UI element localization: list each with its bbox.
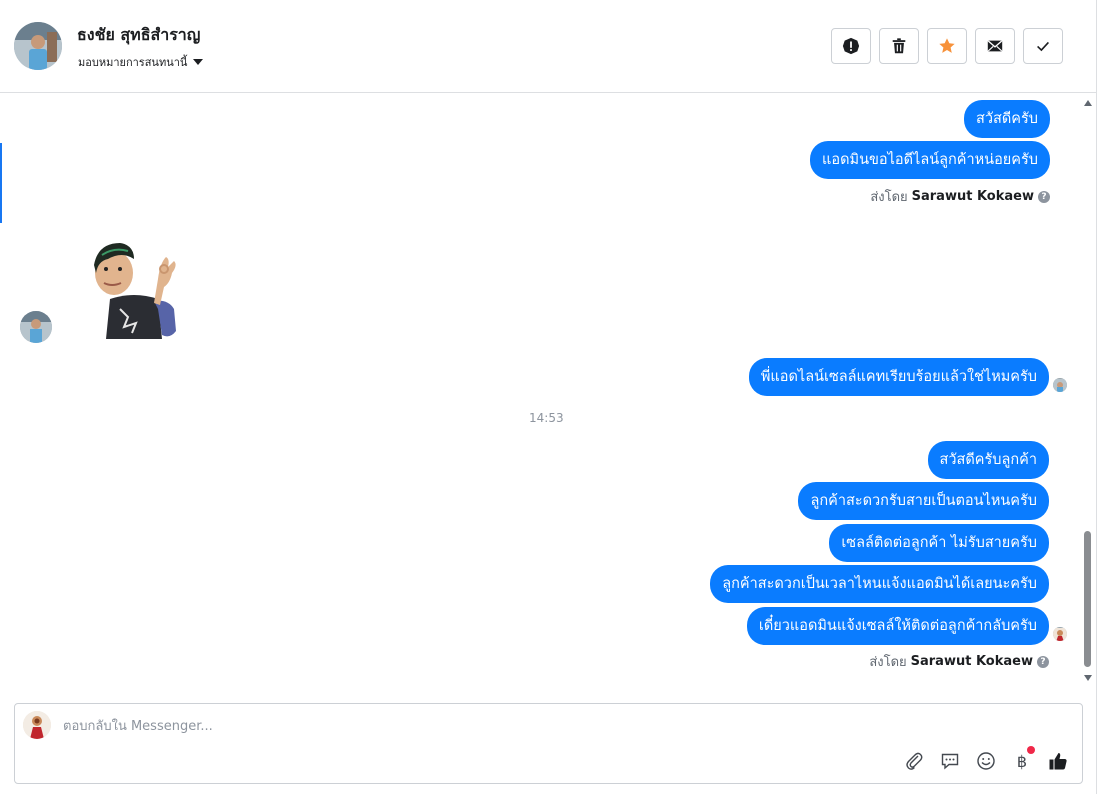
sent-by-label: ส่งโดย Sarawut Kokaew ? [870,186,1050,207]
message-bubble[interactable]: สวัสดีครับ [964,100,1050,138]
contact-name: ธงชัย สุทธิสำราญ [77,25,201,44]
message-bubble[interactable]: ลูกค้าสะดวกเป็นเวลาไหนแจ้งแอดมินได้เลยนะ… [710,565,1049,603]
mark-done-button[interactable] [1023,28,1063,64]
reply-input[interactable] [63,716,963,736]
trash-icon [892,38,906,54]
message-bubble[interactable]: เซลล์ติดต่อลูกค้า ไม่รับสายครับ [829,524,1049,562]
alert-icon [842,37,860,55]
attach-button[interactable] [903,750,925,772]
help-icon[interactable]: ? [1037,655,1049,668]
check-icon [1037,41,1049,52]
message-bubble[interactable]: พี่แอดไลน์เซลล์แคทเรียบร้อยแล้วใช่ไหมครั… [748,358,1049,396]
thumbs-up-icon [1049,753,1067,770]
message-bubble[interactable]: สวัสดีครับลูกค้า [927,441,1049,479]
scroll-down-icon[interactable] [1084,675,1092,681]
payment-button[interactable]: ฿ [1011,746,1035,772]
thread-scrollbar[interactable] [1082,94,1096,688]
sender-name: Sarawut Kokaew [911,189,1034,204]
sticker-image[interactable] [88,239,180,339]
sent-by-label: ส่งโดย Sarawut Kokaew ? [869,651,1049,672]
assign-conversation-dropdown[interactable]: มอบหมายการสนทนานี้ [78,53,204,71]
smiley-icon [977,752,995,770]
paperclip-icon [906,752,923,770]
baht-icon: ฿ [1016,751,1028,771]
composer-tools: ฿ [903,746,1069,772]
sender-name: Sarawut Kokaew [910,654,1033,669]
read-receipt-avatar [1053,627,1067,641]
saved-replies-button[interactable] [939,750,961,772]
star-button[interactable] [927,28,967,64]
like-button[interactable] [1047,750,1069,772]
conversation-header: ธงชัย สุทธิสำราญ มอบหมายการสนทนานี้ [0,0,1096,93]
delete-button[interactable] [879,28,919,64]
spam-button[interactable] [831,28,871,64]
help-icon[interactable]: ? [1038,190,1050,203]
caret-down-icon [193,59,204,65]
scroll-up-icon[interactable] [1084,100,1092,106]
mark-unread-button[interactable] [975,28,1015,64]
sent-by-prefix: ส่งโดย [870,190,908,205]
star-icon [939,38,955,53]
scrollbar-thumb[interactable] [1084,531,1091,667]
sent-by-prefix: ส่งโดย [869,655,907,670]
contact-avatar[interactable] [14,22,62,70]
page-avatar [23,711,51,739]
chat-bubble-icon [941,753,959,770]
message-composer: ฿ [14,703,1083,784]
timestamp: 14:53 [529,411,564,425]
messenger-inbox: ธงชัย สุทธิสำราญ มอบหมายการสนทนานี้ สวัส… [0,0,1097,794]
emoji-button[interactable] [975,750,997,772]
read-receipt-avatar [1053,378,1067,392]
envelope-icon [987,40,1003,52]
message-bubble[interactable]: ลูกค้าสะดวกรับสายเป็นตอนไหนครับ [798,482,1049,520]
contact-avatar-small[interactable] [20,311,52,343]
notification-dot [1027,746,1035,754]
header-actions [831,28,1063,64]
assign-label: มอบหมายการสนทนานี้ [78,56,188,69]
message-bubble[interactable]: แอดมินขอไอดีไลน์ลูกค้าหน่อยครับ [810,141,1050,179]
message-bubble[interactable]: เดี๋ยวแอดมินแจ้งเซลล์ให้ติดต่อลูกค้ากลับ… [746,607,1049,645]
